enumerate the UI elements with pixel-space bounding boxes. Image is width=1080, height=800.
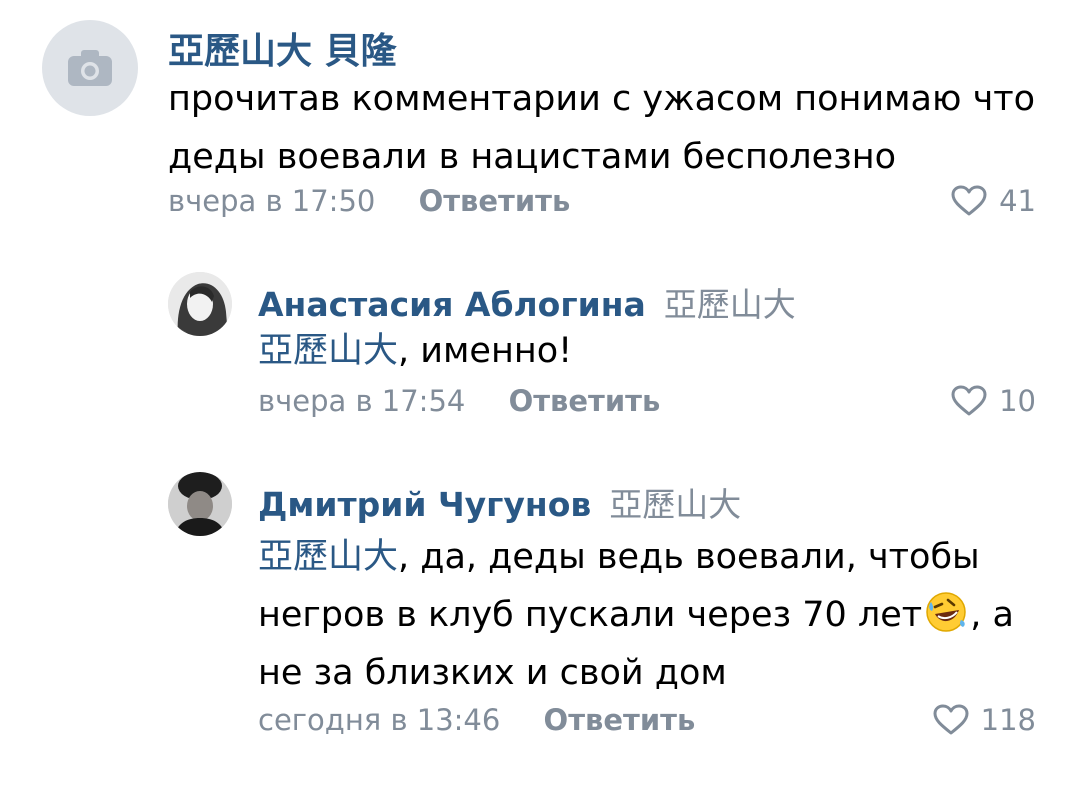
author-name[interactable]: Анастасия Аблогина bbox=[258, 285, 646, 324]
avatar[interactable] bbox=[42, 20, 138, 116]
comment-time[interactable]: вчера в 17:50 bbox=[168, 184, 375, 218]
reply-button[interactable]: Ответить bbox=[419, 184, 571, 218]
reply-button[interactable]: Ответить bbox=[544, 703, 696, 737]
mention-link[interactable]: 亞歷山大 bbox=[258, 331, 398, 371]
comment-text: 亞歷山大, да, деды ведь воевали, чтобы негро… bbox=[258, 528, 1038, 702]
heart-icon bbox=[951, 385, 987, 416]
comment-author: Дмитрий Чугунов 亞歷山大 bbox=[258, 478, 741, 526]
rolling-on-floor-laughing-emoji bbox=[926, 592, 966, 632]
comment-text-line: прочитав комментарии с ужасом понимаю чт… bbox=[168, 79, 1036, 119]
avatar-photo bbox=[168, 472, 232, 536]
comment-meta: вчера в 17:54 Ответить bbox=[258, 384, 660, 418]
comment-meta: вчера в 17:50 Ответить bbox=[168, 184, 570, 218]
comment-text: 亞歷山大, именно! bbox=[258, 322, 1038, 380]
comment-meta: сегодня в 13:46 Ответить bbox=[258, 703, 695, 737]
comment-time[interactable]: сегодня в 13:46 bbox=[258, 703, 500, 737]
comment-text-line: не за близких и свой дом bbox=[258, 653, 727, 693]
comment-author[interactable]: 亞歷山大 貝隆 bbox=[168, 22, 397, 74]
comment-text-line: негров в клуб пускали через 70 лет , а bbox=[258, 586, 1038, 644]
camera-icon bbox=[68, 50, 112, 86]
reply-button[interactable]: Ответить bbox=[509, 384, 661, 418]
author-name[interactable]: Дмитрий Чугунов bbox=[258, 485, 591, 524]
avatar-photo bbox=[168, 272, 232, 336]
like-count: 118 bbox=[980, 703, 1036, 737]
comment-time[interactable]: вчера в 17:54 bbox=[258, 384, 465, 418]
comment-text-line: деды воевали в нацистами бесполезно bbox=[168, 137, 897, 177]
comment-text-part: , а bbox=[970, 595, 1014, 635]
like-button[interactable]: 10 bbox=[951, 384, 1036, 418]
comment-author: Анастасия Аблогина 亞歷山大 bbox=[258, 278, 796, 326]
like-button[interactable]: 41 bbox=[951, 184, 1036, 218]
heart-icon bbox=[933, 704, 969, 735]
reply-to-name[interactable]: 亞歷山大 bbox=[664, 285, 796, 324]
mention-link[interactable]: 亞歷山大 bbox=[258, 537, 398, 577]
comment-text-line: 亞歷山大, да, деды ведь воевали, чтобы bbox=[258, 528, 1038, 586]
comment-text-part: , да, деды ведь воевали, чтобы bbox=[398, 537, 980, 577]
reply-to-name[interactable]: 亞歷山大 bbox=[609, 485, 741, 524]
heart-icon bbox=[951, 185, 987, 216]
like-button[interactable]: 118 bbox=[933, 703, 1036, 737]
avatar[interactable] bbox=[168, 272, 232, 336]
avatar[interactable] bbox=[168, 472, 232, 536]
like-count: 10 bbox=[999, 384, 1036, 418]
comment-text-part: негров в клуб пускали через 70 лет bbox=[258, 595, 923, 635]
comment-text-body: , именно! bbox=[398, 331, 573, 371]
like-count: 41 bbox=[999, 184, 1036, 218]
comment-text: прочитав комментарии с ужасом понимаю чт… bbox=[168, 70, 1048, 186]
